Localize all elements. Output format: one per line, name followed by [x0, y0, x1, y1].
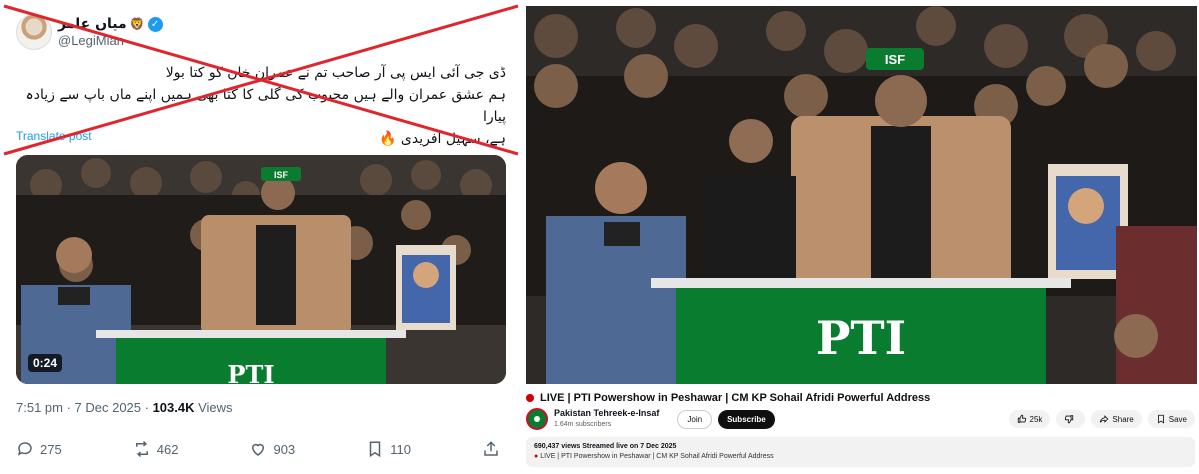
- post-meta: 7:51 pm · 7 Dec 2025 · 103.4K Views: [16, 400, 233, 415]
- video-description[interactable]: 690,437 views Streamed live on 7 Dec 202…: [526, 437, 1195, 467]
- youtube-video-player[interactable]: ISF PTI: [526, 6, 1197, 384]
- bookmark-button[interactable]: 110: [366, 440, 411, 458]
- display-name[interactable]: میاں عامر 🦁 ✓: [58, 16, 163, 32]
- post-actions: 275 462 903 110: [16, 440, 506, 458]
- video-actions: 25k Share Save: [1008, 410, 1195, 428]
- thumbs-down-icon: [1065, 415, 1074, 424]
- live-dot-icon: [526, 394, 534, 402]
- podium-label: PTI: [227, 360, 274, 384]
- like-count: 25k: [1029, 414, 1043, 424]
- share-icon: [484, 441, 498, 456]
- subscribe-button[interactable]: Subscribe: [718, 409, 775, 429]
- thumbs-up-icon: [1017, 414, 1026, 423]
- repost-count: 462: [156, 441, 179, 457]
- channel-row: Pakistan Tehreek-e-Insaf 1.64m subscribe…: [526, 408, 775, 430]
- share-icon: [1100, 415, 1109, 423]
- reply-count: 275: [40, 441, 62, 457]
- x-post-card: میاں عامر 🦁 ✓ @LegiMian ڈی جی آئی ایس پی…: [0, 0, 522, 474]
- reply-button[interactable]: 275: [16, 440, 62, 458]
- rally-video-frame: ISF PTI: [16, 155, 506, 384]
- avatar[interactable]: [16, 14, 52, 50]
- post-time[interactable]: 7:51 pm · 7 Dec 2025 ·: [16, 400, 153, 415]
- views-count: 103.4K: [152, 400, 195, 415]
- join-button[interactable]: Join: [677, 409, 713, 429]
- post-video[interactable]: ISF PTI 0:24: [16, 155, 506, 384]
- views-label: Views: [194, 400, 233, 415]
- share-button[interactable]: [482, 440, 506, 458]
- heart-icon: [252, 443, 265, 456]
- rally-video-frame: ISF PTI: [526, 6, 1197, 384]
- save-label: Save: [1168, 414, 1187, 424]
- repost-icon: [135, 440, 148, 458]
- description-title: LIVE | PTI Powershow in Peshawar | CM KP…: [540, 453, 774, 460]
- channel-name[interactable]: Pakistan Tehreek-e-Insaf: [554, 408, 659, 419]
- video-duration: 0:24: [28, 354, 63, 372]
- post-header: میاں عامر 🦁 ✓ @LegiMian: [16, 14, 163, 50]
- share-button[interactable]: Share: [1091, 410, 1142, 428]
- dislike-button[interactable]: [1056, 410, 1086, 428]
- reply-icon: [17, 442, 32, 456]
- cap-label: ISF: [274, 170, 289, 180]
- post-line: ہم عشق عمران والے ہیں محبوب کی گلی کا کت…: [25, 87, 506, 125]
- like-button[interactable]: 25k: [1008, 410, 1051, 428]
- repost-button[interactable]: 462: [133, 440, 179, 458]
- translate-post-link[interactable]: Translate post: [16, 129, 92, 143]
- save-button[interactable]: Save: [1147, 410, 1195, 428]
- save-icon: [1157, 414, 1164, 424]
- channel-avatar[interactable]: [526, 408, 548, 430]
- bookmark-icon: [369, 441, 381, 458]
- video-title-text: LIVE | PTI Powershow in Peshawar | CM KP…: [540, 392, 931, 404]
- podium-label: PTI: [816, 311, 906, 365]
- user-handle[interactable]: @LegiMian: [58, 33, 163, 48]
- like-count: 903: [273, 441, 296, 457]
- subscriber-count: 1.64m subscribers: [554, 421, 612, 428]
- video-title: LIVE | PTI Powershow in Peshawar | CM KP…: [526, 392, 930, 404]
- youtube-watch-page: ISF PTI LIVE | PTI Powershow in Peshawar…: [522, 0, 1199, 474]
- bookmark-count: 110: [390, 441, 411, 457]
- display-name-text: میاں عامر: [58, 16, 127, 32]
- description-stats: 690,437 views Streamed live on 7 Dec 202…: [534, 443, 677, 450]
- post-line: ڈی جی آئی ایس پی آر صاحب تم نے عمران خان…: [165, 65, 506, 81]
- lion-emoji-icon: 🦁: [129, 17, 145, 31]
- like-button[interactable]: 903: [249, 440, 295, 458]
- live-dot-icon: ●: [534, 453, 539, 460]
- cap-label: ISF: [885, 52, 905, 67]
- verified-badge-icon: ✓: [147, 16, 163, 32]
- share-label: Share: [1112, 414, 1134, 424]
